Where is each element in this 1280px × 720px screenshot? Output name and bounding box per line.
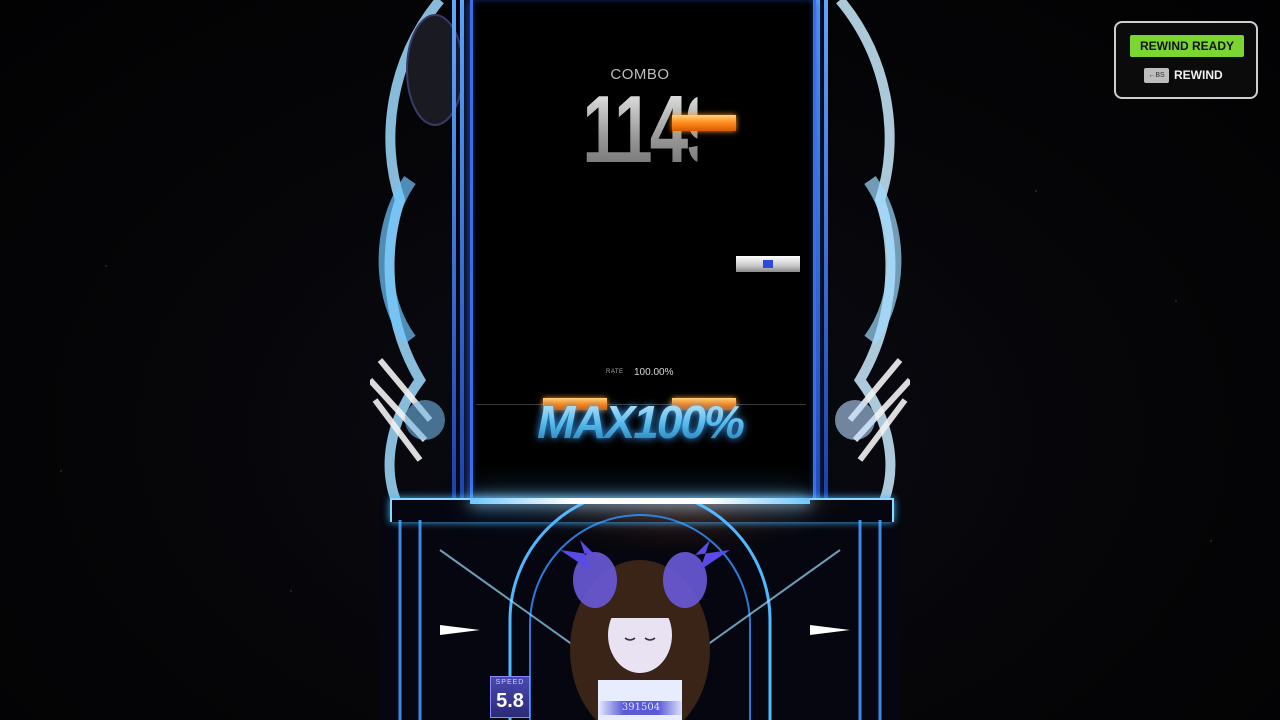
speed-label: SPEED <box>495 679 525 686</box>
judgement-text: MAX100% <box>520 395 760 449</box>
left-inner-rail <box>460 0 464 500</box>
speed-value: 5.8 <box>496 690 524 712</box>
left-outer-rail <box>452 0 456 500</box>
rate-label: RATE <box>606 369 624 375</box>
background-star <box>1175 300 1177 302</box>
right-inner-rail <box>816 0 820 500</box>
background-star <box>1035 190 1037 192</box>
background-star <box>60 470 62 472</box>
rewind-ready-badge: REWIND READY <box>1130 35 1244 57</box>
rewind-button[interactable]: REWIND <box>1174 67 1223 84</box>
judgement-line-glow <box>470 498 810 504</box>
rewind-panel: REWIND READY ←BS REWIND <box>1114 21 1258 99</box>
score-display: 391504 <box>598 701 684 715</box>
background-star <box>1210 540 1212 542</box>
stage-character-art <box>380 500 900 720</box>
falling-note-orange <box>672 115 736 131</box>
right-outer-rail <box>824 0 828 500</box>
rate-value: 100.00% <box>634 367 674 378</box>
backspace-key-icon: ←BS <box>1144 68 1169 83</box>
speed-indicator: SPEED 5.8 <box>490 676 530 718</box>
background-star <box>290 590 292 592</box>
background-star <box>105 265 107 267</box>
falling-note-white <box>736 256 800 272</box>
note-core <box>763 260 773 268</box>
